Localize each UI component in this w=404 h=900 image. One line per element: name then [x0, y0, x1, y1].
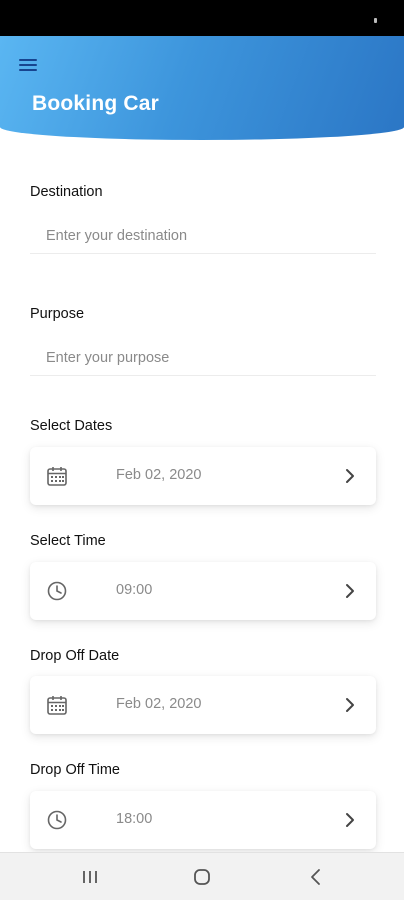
- drop-off-date-label: Drop Off Date: [30, 648, 120, 664]
- clock-icon: [47, 581, 67, 601]
- select-time-picker[interactable]: 09:00: [30, 562, 376, 620]
- app-header: Booking Car: [0, 36, 404, 140]
- purpose-label: Purpose: [30, 306, 85, 322]
- status-bar: [0, 0, 404, 36]
- calendar-icon: [47, 467, 67, 486]
- select-time-value: 09:00: [116, 582, 153, 598]
- calendar-icon: [47, 696, 67, 715]
- hamburger-menu-icon[interactable]: [18, 56, 40, 74]
- purpose-input[interactable]: [30, 340, 376, 376]
- page-title: Booking Car: [32, 92, 160, 115]
- drop-off-date-value: Feb 02, 2020: [116, 696, 202, 712]
- clock-icon: [47, 810, 67, 830]
- destination-label: Destination: [30, 184, 103, 200]
- select-dates-value: Feb 02, 2020: [116, 467, 202, 483]
- recent-apps-icon[interactable]: [78, 867, 102, 887]
- select-dates-picker[interactable]: Feb 02, 2020: [30, 447, 376, 505]
- back-icon[interactable]: [304, 867, 328, 887]
- select-time-label: Select Time: [30, 533, 106, 549]
- chevron-right-icon: [346, 813, 354, 827]
- drop-off-time-value: 18:00: [116, 811, 153, 827]
- destination-input[interactable]: [30, 218, 376, 254]
- system-navigation-bar: [0, 852, 404, 900]
- chevron-right-icon: [346, 584, 354, 598]
- home-icon[interactable]: [190, 867, 214, 887]
- select-dates-label: Select Dates: [30, 418, 113, 434]
- drop-off-date-picker[interactable]: Feb 02, 2020: [30, 676, 376, 734]
- chevron-right-icon: [346, 698, 354, 712]
- status-indicator-icon: [374, 18, 377, 23]
- drop-off-time-label: Drop Off Time: [30, 762, 120, 778]
- drop-off-time-picker[interactable]: 18:00: [30, 791, 376, 849]
- chevron-right-icon: [346, 469, 354, 483]
